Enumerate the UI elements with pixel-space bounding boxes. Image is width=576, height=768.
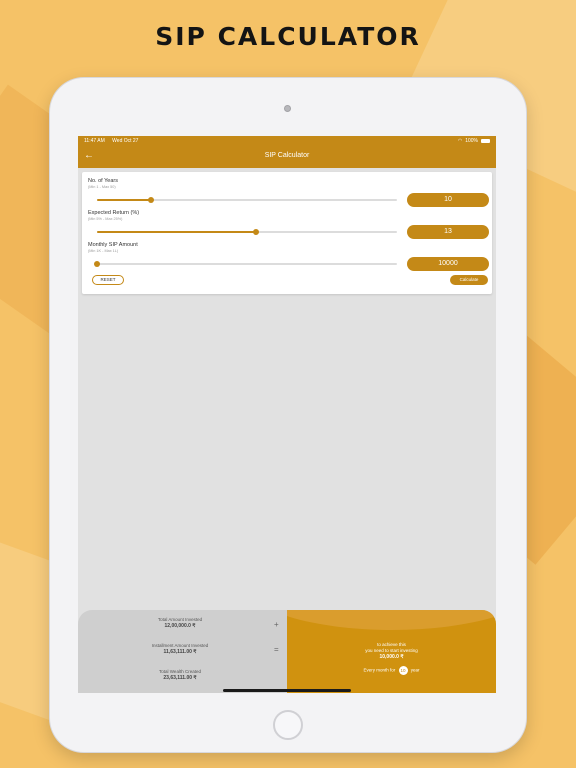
years-range: (Min 1 - Max 50) [88,185,116,189]
reset-button[interactable]: RESET [92,275,124,285]
status-time: 11:47 AM [84,137,105,144]
status-date: Wed Oct 27 [112,137,139,144]
return-slider-fill [97,231,256,233]
nav-bar: ← SIP Calculator [78,145,496,168]
calculator-form: No. of Years (Min 1 - Max 50) 10 Expecte… [82,172,492,294]
years-slider-fill [97,199,151,201]
years-input[interactable]: 10 [407,193,489,207]
every-month-label: Every month for [363,667,396,673]
wealth-value: 23,63,111.00 ₹ [163,675,197,681]
years-suffix: year [410,667,420,673]
return-range: (Min 5% - Max 25%) [88,217,123,221]
return-slider[interactable] [97,229,397,235]
target-text: to achieve this you need to start invest… [287,642,496,660]
return-slider-thumb[interactable] [253,229,259,235]
home-button[interactable] [273,710,303,740]
status-bar: 11:47 AM Wed Oct 27 ◠ 100% [78,136,496,145]
plus-icon: + [274,620,279,629]
return-label: Expected Return (%) [88,210,140,216]
wealth-block: Total Wealth Created 23,63,111.00 ₹ [112,669,248,681]
camera-icon [284,105,291,112]
sip-amount-slider-thumb[interactable] [94,261,100,267]
page-title: SIP Calculator [264,152,310,159]
total-invested-value: 12,00,000.0 ₹ [164,623,196,629]
return-input[interactable]: 13 [407,225,489,239]
equals-icon: = [274,645,279,654]
installment-value: 11,63,111.00 ₹ [163,649,197,655]
period-row: Every month for 10 year [287,666,496,675]
investment-target: to achieve this you need to start invest… [287,610,496,693]
battery-icon [481,138,490,143]
sip-amount-label: Monthly SIP Amount [88,242,138,248]
years-slider[interactable] [97,197,397,203]
installment-block: Installment Amount Invested 11,63,111.00… [112,643,248,655]
tablet-frame: 11:47 AM Wed Oct 27 ◠ 100% ← SIP Calcula… [50,78,526,752]
years-badge: 10 [398,666,408,675]
years-label: No. of Years [88,178,118,184]
results-summary: Total Amount Invested 12,00,000.0 ₹ + In… [78,610,287,693]
sip-amount-input[interactable]: 10000 [407,257,489,271]
sip-amount-range: (Min 1K - Max 1L) [88,249,119,253]
total-invested-block: Total Amount Invested 12,00,000.0 ₹ [112,617,248,629]
target-amount: 10,000.0 ₹ [379,654,404,660]
decorative-wave [287,610,496,630]
wifi-icon: ◠ [457,137,463,144]
app-screen: 11:47 AM Wed Oct 27 ◠ 100% ← SIP Calcula… [78,136,496,693]
years-slider-thumb[interactable] [148,197,154,203]
promo-title: SIP CALCULATOR [155,22,421,51]
sip-amount-slider[interactable] [94,261,397,267]
battery-level: 100% [465,137,478,144]
home-indicator [223,689,351,692]
calculate-button[interactable]: Calculate [450,275,488,285]
